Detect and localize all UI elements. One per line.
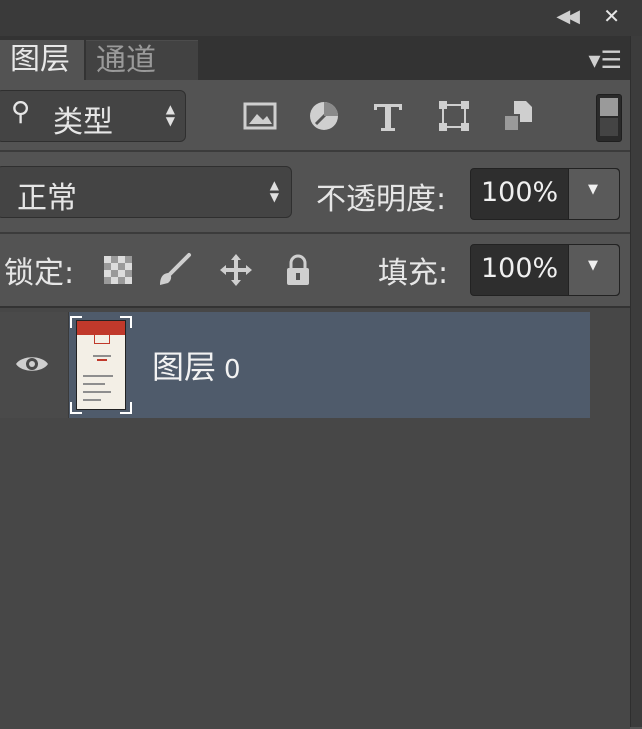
layers-list: 图层 0 [0,306,630,729]
panel-edge [630,36,642,727]
fill-label: 填充: [378,256,449,291]
panel-title-bar: ◀◀ ✕ [0,0,642,36]
fill-dropdown-button[interactable]: ▼ [568,245,619,295]
eye-icon [16,357,48,371]
fill-value[interactable]: 100% [481,253,558,284]
lock-all-icon[interactable] [280,252,316,288]
opacity-value[interactable]: 100% [481,177,558,208]
opacity-dropdown-button[interactable]: ▼ [568,169,619,219]
blend-mode-value: 正常 [17,181,77,216]
tab-layers[interactable]: 图层 [0,40,84,80]
layer-row[interactable]: 图层 0 [0,312,590,418]
tab-channels[interactable]: 通道 [86,40,198,81]
panel-menu-icon[interactable]: ▾☰ [588,46,622,74]
image-filter-icon[interactable] [242,98,278,134]
lock-position-icon[interactable] [218,252,254,288]
select-arrows-icon: ▲ ▼ [269,178,279,204]
chevron-down-icon: ▼ [588,258,598,273]
thumbnail-image [76,320,126,410]
smart-object-filter-icon[interactable] [500,98,536,134]
type-filter-icon[interactable] [370,98,406,134]
divider [0,150,630,152]
search-icon: ⚲ [11,97,31,127]
select-arrows-icon: ▲ ▼ [165,102,175,128]
layer-thumbnail[interactable] [70,316,132,414]
opacity-label: 不透明度: [316,182,447,217]
layer-name[interactable]: 图层 0 [152,342,241,388]
filter-type-label: 类型 [53,105,113,140]
blend-mode-select[interactable]: 正常 ▲ ▼ [0,166,292,218]
filter-type-select[interactable]: ⚲ 类型 ▲ ▼ [0,90,186,142]
layers-panel: ⚲ 类型 ▲ ▼ 正常 ▲ ▼ 不透明度: 100% ▼ 锁定: 填充: 100… [0,80,630,729]
lock-transparent-icon[interactable] [100,252,136,288]
divider [0,232,630,234]
fill-field[interactable]: 100% ▼ [470,244,620,296]
shape-filter-icon[interactable] [436,98,472,134]
layer-name-label: 图层 [152,348,217,386]
lock-label: 锁定: [4,256,75,291]
chevron-down-icon: ▼ [588,182,598,197]
close-icon[interactable]: ✕ [603,4,620,28]
double-chevron-left-icon[interactable]: ◀◀ [556,6,580,27]
lock-image-icon[interactable] [156,252,192,288]
opacity-field[interactable]: 100% ▼ [470,168,620,220]
tab-bar: 图层 通道 ▾☰ [0,36,630,81]
filter-toggle-switch[interactable] [596,94,622,142]
adjustment-filter-icon[interactable] [306,98,342,134]
layer-index: 0 [224,355,241,385]
visibility-toggle[interactable] [0,312,69,418]
